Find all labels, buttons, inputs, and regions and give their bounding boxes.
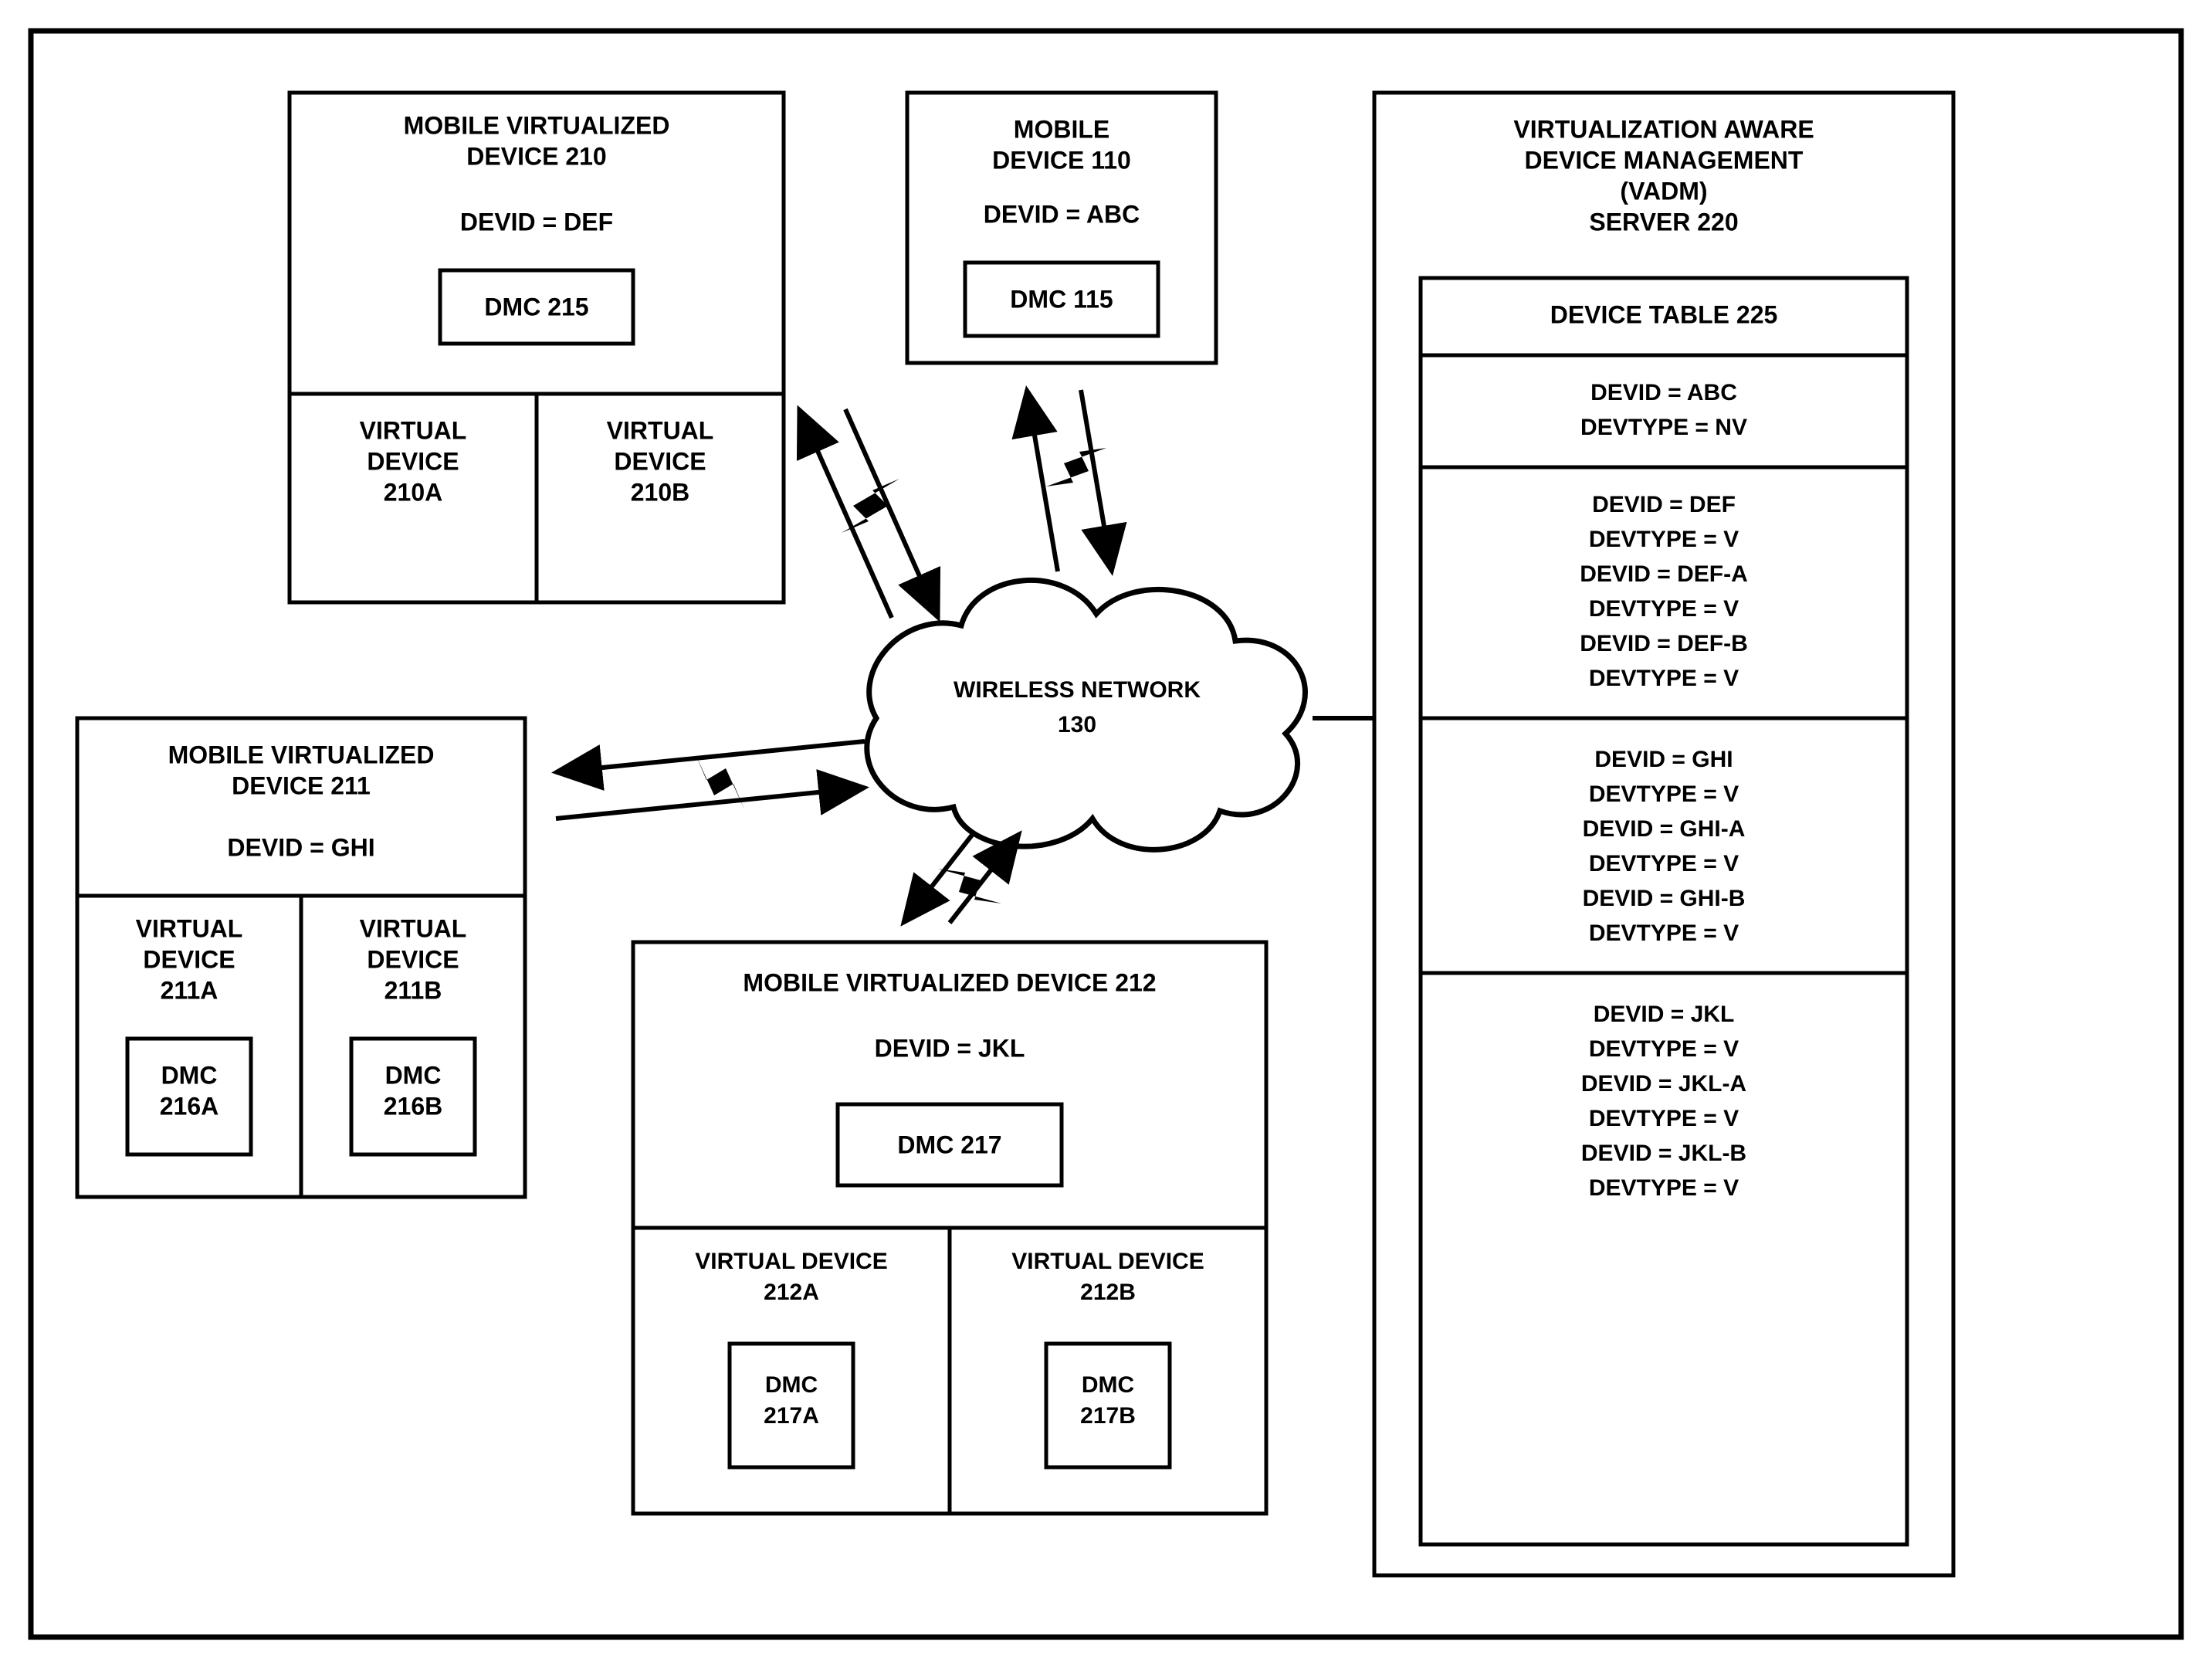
mvd212-dmca-1: DMC xyxy=(765,1372,818,1398)
row3-2: DEVID = GHI-A xyxy=(1583,816,1746,842)
mvd210-dmc: DMC 215 xyxy=(484,293,588,320)
mvd210-devid: DEVID = DEF xyxy=(460,208,613,236)
md-110: MOBILE DEVICE 110 DEVID = ABC DMC 115 xyxy=(907,93,1216,363)
mvd210-vda-3: 210A xyxy=(384,478,443,506)
row2-5: DEVTYPE = V xyxy=(1589,666,1739,691)
row3-0: DEVID = GHI xyxy=(1594,747,1733,772)
md110-title-2: DEVICE 110 xyxy=(992,146,1131,174)
mvd210-vdb-3: 210B xyxy=(631,478,690,506)
server-title-4: SERVER 220 xyxy=(1589,208,1738,236)
mvd212-dmcb-1: DMC xyxy=(1082,1372,1134,1398)
row4-1: DEVTYPE = V xyxy=(1589,1036,1739,1062)
mvd212-vdb-1: VIRTUAL DEVICE xyxy=(1011,1249,1204,1274)
network-label-1: WIRELESS NETWORK xyxy=(954,677,1201,703)
row4-4: DEVID = JKL-B xyxy=(1581,1141,1746,1166)
row1-0: DEVID = ABC xyxy=(1590,380,1737,405)
mvd212-vda-1: VIRTUAL DEVICE xyxy=(695,1249,887,1274)
mvd210-title-2: DEVICE 210 xyxy=(466,142,606,170)
md110-devid: DEVID = ABC xyxy=(984,200,1140,228)
network-label-2: 130 xyxy=(1058,712,1096,737)
mvd-211: MOBILE VIRTUALIZED DEVICE 211 DEVID = GH… xyxy=(77,718,525,1197)
md110-dmc: DMC 115 xyxy=(1010,285,1113,313)
row1-1: DEVTYPE = NV xyxy=(1580,415,1747,440)
mvd210-vdb-1: VIRTUAL xyxy=(607,416,714,444)
mvd210-vdb-2: DEVICE xyxy=(614,447,706,475)
mvd211-vda-1: VIRTUAL xyxy=(136,914,243,942)
row2-4: DEVID = DEF-B xyxy=(1580,631,1748,656)
mvd211-dmcb-2: 216B xyxy=(384,1092,443,1120)
row3-3: DEVTYPE = V xyxy=(1589,851,1739,876)
vadm-server: VIRTUALIZATION AWARE DEVICE MANAGEMENT (… xyxy=(1374,93,1953,1575)
row2-0: DEVID = DEF xyxy=(1592,492,1736,517)
mvd212-title: MOBILE VIRTUALIZED DEVICE 212 xyxy=(743,968,1156,996)
mvd210-vda-2: DEVICE xyxy=(367,447,459,475)
mvd212-vda-2: 212A xyxy=(764,1280,819,1305)
mvd211-vdb-3: 211B xyxy=(384,976,442,1004)
mvd212-dmca-2: 217A xyxy=(764,1403,819,1429)
row3-5: DEVTYPE = V xyxy=(1589,920,1739,946)
mvd212-dmc: DMC 217 xyxy=(897,1131,1001,1158)
mvd211-title-1: MOBILE VIRTUALIZED xyxy=(168,741,435,768)
table-title: DEVICE TABLE 225 xyxy=(1550,300,1778,328)
md110-title-1: MOBILE xyxy=(1014,115,1109,143)
mvd211-vdb-1: VIRTUAL xyxy=(360,914,467,942)
server-title-2: DEVICE MANAGEMENT xyxy=(1525,146,1804,174)
row4-3: DEVTYPE = V xyxy=(1589,1106,1739,1131)
diagram-root: MOBILE VIRTUALIZED DEVICE 210 DEVID = DE… xyxy=(0,0,2212,1668)
mvd211-dmca-1: DMC xyxy=(161,1061,218,1089)
row3-1: DEVTYPE = V xyxy=(1589,781,1739,807)
row2-3: DEVTYPE = V xyxy=(1589,596,1739,622)
mvd211-dmcb-1: DMC xyxy=(385,1061,442,1089)
mvd-210: MOBILE VIRTUALIZED DEVICE 210 DEVID = DE… xyxy=(290,93,784,602)
row2-2: DEVID = DEF-A xyxy=(1580,561,1748,587)
mvd211-title-2: DEVICE 211 xyxy=(232,771,371,799)
mvd211-vdb-2: DEVICE xyxy=(367,945,459,973)
mvd210-title-1: MOBILE VIRTUALIZED xyxy=(404,111,670,139)
row2-1: DEVTYPE = V xyxy=(1589,527,1739,552)
mvd212-dmcb-2: 217B xyxy=(1080,1403,1136,1429)
row4-0: DEVID = JKL xyxy=(1594,1002,1735,1027)
server-title-3: (VADM) xyxy=(1620,177,1707,205)
mvd-212: MOBILE VIRTUALIZED DEVICE 212 DEVID = JK… xyxy=(633,942,1266,1514)
mvd211-vda-2: DEVICE xyxy=(143,945,235,973)
row4-2: DEVID = JKL-A xyxy=(1581,1071,1746,1097)
mvd211-dmca-2: 216A xyxy=(160,1092,219,1120)
mvd212-devid: DEVID = JKL xyxy=(875,1034,1025,1062)
server-title-1: VIRTUALIZATION AWARE xyxy=(1513,115,1814,143)
mvd211-vda-3: 211A xyxy=(161,976,218,1004)
row3-4: DEVID = GHI-B xyxy=(1583,886,1746,911)
row4-5: DEVTYPE = V xyxy=(1589,1175,1739,1201)
mvd211-devid: DEVID = GHI xyxy=(227,833,374,861)
mvd212-vdb-2: 212B xyxy=(1080,1280,1136,1305)
mvd210-vda-1: VIRTUAL xyxy=(360,416,467,444)
